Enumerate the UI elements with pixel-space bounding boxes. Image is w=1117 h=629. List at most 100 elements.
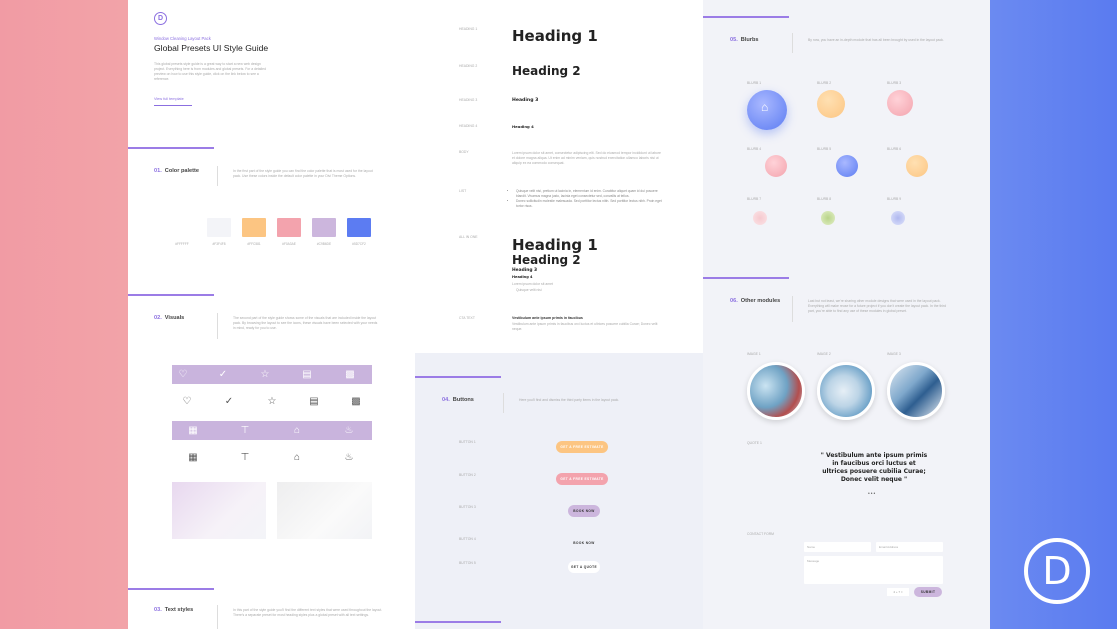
quote-dots: ••• bbox=[868, 491, 877, 497]
captcha: 4 + 7 = bbox=[887, 588, 909, 596]
brand-panel bbox=[990, 0, 1117, 629]
section-title-color: 01. Color palette bbox=[154, 168, 199, 174]
divider bbox=[217, 313, 218, 339]
cta-body: Vestibulum ante ipsum primis in faucibus… bbox=[512, 322, 658, 331]
section-rule bbox=[128, 294, 214, 296]
buttons-section: 04. Buttons Here you'll find and dismiss … bbox=[415, 353, 703, 629]
spray-bottle-icon: ♨ bbox=[344, 452, 354, 463]
body-sample: Lorem ipsum dolor sit amet, consectetur … bbox=[512, 151, 661, 165]
divider bbox=[792, 296, 793, 322]
divider bbox=[503, 393, 504, 413]
swatch-label-1: #FFFFFF bbox=[175, 242, 189, 246]
button-label: BUTTON 4 bbox=[459, 537, 476, 541]
style-guide-column-2: HEADING 1 Heading 1 HEADING 2 Heading 2 … bbox=[415, 0, 703, 629]
style-guide-column-1: D Window Cleaning Layout Pack Global Pre… bbox=[128, 0, 415, 629]
intro-text: This global presets style guide is a gre… bbox=[154, 62, 266, 81]
icon-bar-light-1: ♡ ✓ ☆ ▤ ▩ bbox=[172, 365, 372, 384]
text-style-label: LIST bbox=[459, 189, 467, 193]
divi-logo-small: D bbox=[154, 12, 167, 25]
image-label: IMAGE 1 bbox=[747, 352, 761, 356]
section-rule bbox=[128, 588, 214, 590]
blurb-label: BLURB 2 bbox=[817, 81, 832, 85]
swatch-2 bbox=[207, 218, 231, 237]
section-desc-blurbs: By now, you have an in-depth module that… bbox=[808, 38, 944, 42]
image-label: IMAGE 2 bbox=[817, 352, 831, 356]
icon-bar-light-2: ▦ ⊤ ⌂ ♨ bbox=[172, 421, 372, 440]
submit-button[interactable]: SUBMIT bbox=[914, 587, 942, 597]
shield-icon: ♡ bbox=[178, 369, 188, 380]
blurb-4-blob bbox=[765, 155, 787, 177]
style-guide-column-3: 05. Blurbs By now, you have an in-depth m… bbox=[703, 0, 990, 629]
name-field[interactable]: Name bbox=[804, 542, 871, 552]
image-3-squeegee bbox=[887, 362, 945, 420]
text-style-label: CTA TEXT bbox=[459, 316, 475, 320]
icon-row-dark-1: ♡ ✓ ☆ ▤ ▩ bbox=[172, 396, 372, 410]
spray-bottle-icon: ♨ bbox=[344, 425, 354, 436]
list-sample: Quisque velit nisi, pretium ut lacinia i… bbox=[516, 189, 666, 209]
icon-row-dark-2: ▦ ⊤ ⌂ ♨ bbox=[172, 452, 372, 466]
section-title-visuals: 02. Visuals bbox=[154, 315, 185, 321]
combo-list: Quisque velit nisi bbox=[516, 288, 542, 292]
section-rule bbox=[415, 621, 501, 623]
window-icon: ▦ bbox=[188, 452, 198, 463]
divi-logo-icon: D bbox=[1024, 538, 1090, 604]
section-title-buttons: 04. Buttons bbox=[442, 397, 474, 403]
button-label: BUTTON 2 bbox=[459, 473, 476, 477]
button-5[interactable]: GET A QUOTE bbox=[568, 561, 600, 573]
email-field[interactable]: Email Address bbox=[876, 542, 943, 552]
swatch-label-3: #FFC581 bbox=[247, 242, 261, 246]
divider bbox=[792, 33, 793, 53]
combo-heading-3: Heading 3 bbox=[512, 268, 538, 273]
blurb-label: BLURB 8 bbox=[817, 197, 832, 201]
text-style-label: HEADING 4 bbox=[459, 124, 478, 128]
image-label: IMAGE 3 bbox=[887, 352, 901, 356]
heading-3-sample: Heading 3 bbox=[512, 98, 539, 103]
section-title-blurbs: 05. Blurbs bbox=[730, 37, 759, 43]
house-icon: ⌂ bbox=[293, 452, 301, 463]
check-circle-icon: ✓ bbox=[218, 369, 228, 380]
blurb-label: BLURB 3 bbox=[887, 81, 902, 85]
combo-body: Lorem ipsum dolor sit amet bbox=[512, 282, 553, 286]
page-title: Global Presets UI Style Guide bbox=[154, 43, 269, 53]
swatch-5 bbox=[312, 218, 336, 237]
swatch-label-4: #F0A3AE bbox=[282, 242, 296, 246]
section-rule bbox=[415, 376, 501, 378]
button-3[interactable]: BOOK NOW bbox=[568, 505, 600, 517]
combo-heading-2: Heading 2 bbox=[512, 253, 581, 267]
blurb-2-blob bbox=[817, 90, 845, 118]
gift-icon: ▤ bbox=[309, 396, 319, 407]
message-field[interactable]: Message bbox=[804, 556, 943, 584]
quote-label: QUOTE 1 bbox=[747, 441, 762, 445]
button-4[interactable]: BOOK NOW bbox=[568, 537, 600, 549]
section-title-other: 06. Other modules bbox=[730, 298, 781, 304]
section-title-text: 03. Text styles bbox=[154, 607, 194, 613]
building-icon: ▩ bbox=[345, 369, 355, 380]
list-item: Donec sollicitudin molestie malesuada. S… bbox=[516, 199, 666, 209]
squeegee-icon: ⊤ bbox=[240, 425, 250, 436]
blurb-5-blob bbox=[836, 155, 858, 177]
blurb-label: BLURB 4 bbox=[747, 147, 762, 151]
blurb-1-blob: ⌂ bbox=[747, 90, 787, 130]
section-desc-text: In this part of the style guide you'll f… bbox=[233, 608, 383, 617]
button-label: BUTTON 3 bbox=[459, 505, 476, 509]
shield-icon: ♡ bbox=[182, 396, 192, 407]
gradient-visual-2 bbox=[277, 482, 372, 539]
house-icon: ⌂ bbox=[293, 425, 301, 436]
swatch-label-6: #5D7CF2 bbox=[352, 242, 366, 246]
text-style-label: ALL IN ONE bbox=[459, 235, 478, 239]
button-label: BUTTON 5 bbox=[459, 561, 476, 565]
swatch-1 bbox=[170, 218, 194, 237]
blurb-label: BLURB 7 bbox=[747, 197, 762, 201]
section-desc-buttons: Here you'll find and dismiss the third p… bbox=[519, 398, 620, 402]
view-template-link[interactable]: View full template bbox=[154, 97, 192, 106]
section-rule bbox=[703, 277, 789, 279]
squeegee-icon: ⊤ bbox=[240, 452, 250, 463]
blurb-label: BLURB 5 bbox=[817, 147, 832, 151]
heading-2-sample: Heading 2 bbox=[512, 64, 581, 78]
swatch-3 bbox=[242, 218, 266, 237]
button-1[interactable]: GET A FREE ESTIMATE bbox=[556, 441, 608, 453]
swatch-4 bbox=[277, 218, 301, 237]
blurb-6-blob bbox=[906, 155, 928, 177]
button-2[interactable]: GET A FREE ESTIMATE bbox=[556, 473, 608, 485]
quote-text: " Vestibulum ante ipsum primis in faucib… bbox=[820, 452, 928, 483]
